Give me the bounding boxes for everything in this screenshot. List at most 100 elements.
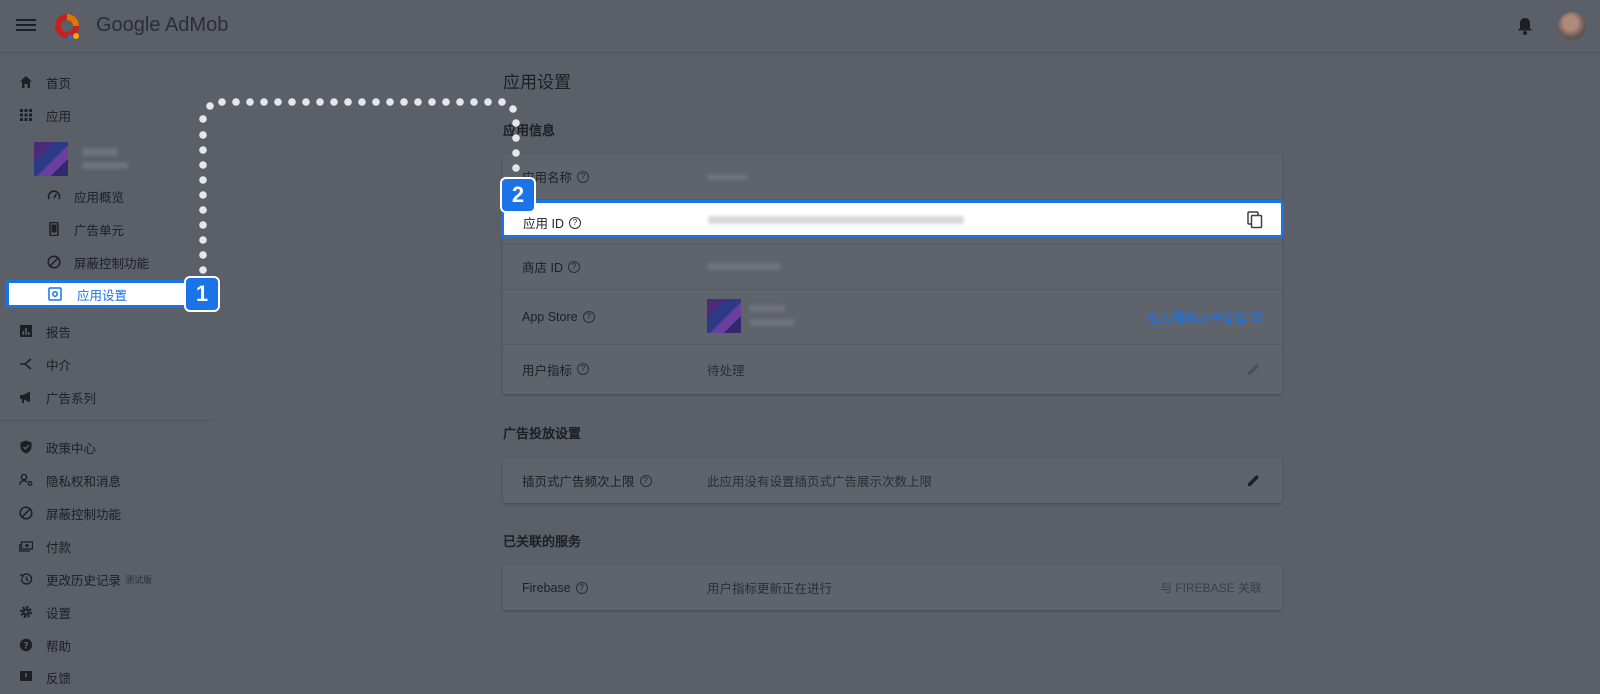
user-metrics-row: 用户指标? 待处理 (503, 344, 1282, 394)
help-icon[interactable]: ? (567, 260, 580, 273)
account-avatar[interactable] (1558, 12, 1586, 40)
svg-text:?: ? (23, 642, 28, 652)
sidebar-item-policy-center[interactable]: 政策中心 (18, 434, 96, 460)
gear-icon (18, 604, 34, 620)
sidebar-item-label: 帮助 (46, 639, 72, 654)
ad-serving-card: 插页式广告频次上限? 此应用没有设置插页式广告展示次数上限 (503, 458, 1282, 503)
sidebar-item-label: 付款 (46, 540, 72, 555)
sidebar-item-mediation[interactable]: 中介 (18, 351, 71, 377)
sidebar-item-label: 应用设置 (77, 288, 128, 303)
section-title-linked-services: 已关联的服务 (503, 534, 582, 549)
sidebar-item-privacy-messaging[interactable]: 隐私权和消息 (18, 467, 121, 493)
help-icon[interactable]: ? (577, 170, 590, 183)
person-settings-icon (18, 472, 34, 488)
help-icon[interactable]: ? (639, 474, 652, 487)
sidebar-item-reports[interactable]: 报告 (18, 318, 71, 344)
help-circle-icon: ? (18, 637, 34, 653)
copy-icon[interactable] (1247, 211, 1263, 229)
sidebar-item-app-overview[interactable]: 应用概览 (46, 183, 124, 209)
beta-badge: 测试版 (125, 574, 153, 585)
sidebar-item-payments[interactable]: 付款 (18, 533, 71, 559)
frequency-cap-value: 此应用没有设置插页式广告展示次数上限 (707, 475, 933, 489)
sidebar-divider (0, 420, 213, 421)
home-icon (18, 74, 34, 90)
app-info-card: 应用名称? 商店 ID? App Store? 在应用商店中查看 用户指标? 待… (503, 154, 1282, 394)
history-icon (18, 571, 34, 587)
sidebar-item-label: 首页 (46, 76, 72, 91)
open-in-new-icon (1251, 311, 1262, 322)
feedback-icon (18, 669, 34, 685)
app-id-row[interactable]: 应用 ID? (501, 200, 1284, 238)
redacted-store-id (707, 263, 781, 270)
hamburger-menu-icon[interactable] (16, 16, 36, 36)
sidebar-item-label: 广告系列 (46, 391, 97, 406)
shield-icon (18, 439, 34, 455)
sidebar-item-label: 屏蔽控制功能 (74, 256, 150, 271)
user-metrics-value: 待处理 (707, 363, 745, 378)
section-title-ad-serving: 广告投放设置 (503, 426, 582, 441)
sidebar-item-ad-units[interactable]: 广告单元 (46, 216, 124, 242)
sidebar-item-campaigns[interactable]: 广告系列 (18, 384, 96, 410)
sidebar-item-apps[interactable]: 应用 (18, 102, 71, 128)
block-icon (18, 505, 34, 521)
step-2-badge: 2 (500, 177, 536, 213)
gauge-icon (46, 188, 62, 204)
store-id-row: 商店 ID? (503, 244, 1282, 290)
phone-icon (46, 221, 62, 237)
view-in-store-link[interactable]: 在应用商店中查看 (1147, 307, 1262, 326)
sidebar-item-settings[interactable]: 设置 (18, 599, 71, 625)
store-id-label: 商店 ID (522, 261, 563, 275)
sidebar-item-app-settings[interactable]: 应用设置 (6, 280, 190, 308)
frequency-cap-row: 插页式广告频次上限? 此应用没有设置插页式广告展示次数上限 (503, 458, 1282, 503)
sidebar-item-app-blocking-controls[interactable]: 屏蔽控制功能 (46, 249, 149, 275)
settings-box-icon (47, 286, 63, 302)
apps-grid-icon (18, 107, 34, 123)
sidebar-item-label: 政策中心 (46, 441, 97, 456)
firebase-status: 用户指标更新正在进行 (707, 582, 833, 596)
link-firebase-button[interactable]: 与 FIREBASE 关联 (1160, 579, 1262, 596)
user-metrics-label: 用户指标 (522, 363, 573, 378)
app-name-row: 应用名称? (503, 154, 1282, 200)
sidebar-item-feedback[interactable]: 反馈 (18, 664, 71, 690)
frequency-cap-label: 插页式广告频次上限 (522, 475, 635, 489)
store-app-icon (707, 299, 741, 333)
redacted-store-app-developer (749, 319, 795, 326)
payments-icon (18, 538, 34, 554)
page-title: 应用设置 (503, 73, 571, 92)
sidebar-item-label: 中介 (46, 358, 72, 373)
app-store-label: App Store (522, 309, 578, 324)
sidebar-item-label: 设置 (46, 606, 72, 621)
redacted-store-app-name (749, 305, 785, 312)
sidebar-item-label: 广告单元 (74, 223, 125, 238)
sidebar-item-home[interactable]: 首页 (18, 69, 71, 95)
bar-chart-icon (18, 323, 34, 339)
step-1-badge: 1 (184, 276, 220, 312)
sidebar-item-label: 更改历史记录 (46, 573, 122, 588)
megaphone-icon (18, 389, 34, 405)
bell-icon[interactable] (1515, 16, 1535, 36)
sidebar-item-label: 应用概览 (74, 190, 125, 205)
sidebar-item-label: 应用 (46, 109, 72, 124)
firebase-row: Firebase? 用户指标更新正在进行 与 FIREBASE 关联 (503, 565, 1282, 610)
edit-pencil-icon[interactable] (1246, 361, 1262, 377)
edit-pencil-icon[interactable] (1246, 472, 1262, 488)
sidebar-item-help[interactable]: ? 帮助 (18, 632, 71, 658)
app-icon-thumbnail (34, 142, 68, 176)
help-icon[interactable]: ? (577, 363, 590, 375)
app-title: Google AdMob (96, 14, 229, 36)
help-icon[interactable]: ? (568, 216, 581, 229)
app-store-row: App Store? 在应用商店中查看 (503, 289, 1282, 345)
sidebar-item-blocking-controls[interactable]: 屏蔽控制功能 (18, 500, 121, 526)
mediation-icon (18, 356, 34, 372)
admob-logo-icon[interactable] (52, 11, 82, 41)
redacted-app-id (708, 216, 964, 224)
section-title-app-info: 应用信息 (503, 123, 556, 138)
sidebar-item-label: 报告 (46, 325, 72, 340)
sidebar-item-label: 隐私权和消息 (46, 474, 122, 489)
help-icon[interactable]: ? (582, 310, 595, 323)
firebase-label: Firebase (522, 580, 571, 595)
block-icon (46, 254, 62, 270)
top-app-bar: Google AdMob (0, 0, 1600, 53)
help-icon[interactable]: ? (575, 581, 588, 594)
sidebar-item-change-history[interactable]: 更改历史记录 测试版 (18, 566, 152, 592)
